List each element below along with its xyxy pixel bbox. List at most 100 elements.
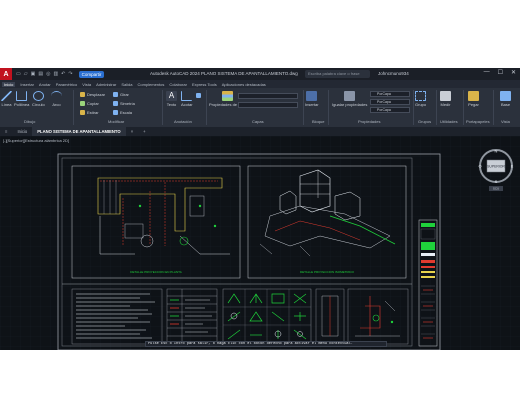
- share-button[interactable]: Compartir: [78, 70, 105, 78]
- scale-label: Escala: [120, 110, 133, 115]
- insert-block-button[interactable]: Insertar: [305, 91, 319, 107]
- color-dropdown[interactable]: PorCapa: [370, 91, 410, 97]
- viewcube-face-label: SUPERIOR: [487, 165, 505, 169]
- base-view-button[interactable]: Base: [500, 91, 511, 107]
- match-properties-button[interactable]: Igualar propiedades: [332, 91, 367, 107]
- print-icon[interactable]: ▥: [53, 71, 58, 77]
- layers-panel-label[interactable]: Capas: [252, 119, 264, 124]
- drawing-canvas[interactable]: DETALLE PROYECCION EN PLANTA DETALLE PRO…: [0, 136, 520, 350]
- menu-icon[interactable]: ≡: [0, 127, 12, 136]
- rotate-button[interactable]: Girar: [113, 92, 129, 97]
- circle-icon: [32, 91, 44, 101]
- mirror-icon: [113, 101, 118, 106]
- lineweight-dropdown[interactable]: PorCapa: [370, 107, 410, 113]
- save-as-icon[interactable]: ▤: [38, 71, 43, 77]
- undo-icon[interactable]: ↶: [61, 71, 65, 77]
- block-panel-label[interactable]: Bloque: [312, 119, 324, 124]
- group-icon: [415, 91, 427, 101]
- wcs-label: SCU: [493, 187, 499, 191]
- ribbon-tab-anotar[interactable]: Anotar: [39, 82, 51, 87]
- ribbon-tab-administrar[interactable]: Administrar: [96, 82, 116, 87]
- panel-separator: [463, 90, 464, 125]
- viewcube[interactable]: SUPERIOR N S E O SCU: [478, 148, 514, 192]
- ribbon-tab-parametrico[interactable]: Paramétrico: [56, 82, 78, 87]
- layer-dropdown[interactable]: [238, 93, 298, 99]
- paste-button[interactable]: Pegar: [468, 91, 479, 107]
- ribbon-tab-salida[interactable]: Salida: [121, 82, 132, 87]
- autocad-window: A ▭ ▱ ▣ ▤ ◎ ▥ ↶ ↷ Compartir Autodesk Aut…: [0, 68, 520, 350]
- layer-tools-row[interactable]: [238, 102, 298, 108]
- match-properties-label: Igualar propiedades: [332, 102, 368, 107]
- view-panel-label[interactable]: Vista: [501, 119, 510, 124]
- ribbon: Línea Polilínea Círculo Arco Dibujo Desp…: [0, 88, 520, 127]
- ribbon-tab-express-tools[interactable]: Express Tools: [192, 82, 217, 87]
- scale-button[interactable]: Escala: [113, 110, 132, 115]
- annotation-panel-label[interactable]: Anotación: [174, 119, 192, 124]
- polyline-tool-button[interactable]: Polilínea: [14, 91, 29, 107]
- minimize-button[interactable]: —: [484, 69, 490, 76]
- paste-label: Pegar: [468, 102, 479, 107]
- clipboard-panel-label[interactable]: Portapapeles: [466, 119, 490, 124]
- group-label: Grupo: [415, 102, 427, 107]
- compass-east[interactable]: E: [511, 164, 514, 169]
- user-account[interactable]: Johncmuno934: [378, 71, 409, 76]
- linetype-dropdown[interactable]: PorCapa: [370, 99, 410, 105]
- command-line[interactable]: Pulse Esc o Intro para salir, o haga cli…: [145, 341, 387, 347]
- autocad-logo-icon[interactable]: A: [0, 68, 12, 80]
- tab-drawing-file[interactable]: PLANO SISTEMA DE APANTALLAMIENTO: [32, 127, 126, 136]
- groups-panel-label[interactable]: Grupos: [418, 119, 431, 124]
- title-bar: A ▭ ▱ ▣ ▤ ◎ ▥ ↶ ↷ Compartir Autodesk Aut…: [0, 68, 520, 80]
- copy-button[interactable]: Copiar: [80, 101, 99, 106]
- tab-home[interactable]: Inicio: [12, 127, 32, 136]
- dimension-button[interactable]: Acotar: [181, 91, 193, 107]
- ribbon-tab-aplicaciones[interactable]: Aplicaciones destacadas: [222, 82, 266, 87]
- ribbon-tab-inicio[interactable]: Inicio: [2, 81, 16, 87]
- move-button[interactable]: Desplazar: [80, 92, 105, 97]
- maximize-button[interactable]: ☐: [498, 69, 503, 76]
- arc-icon: [51, 91, 62, 101]
- stretch-icon: [80, 110, 85, 115]
- circle-tool-label: Círculo: [32, 102, 45, 107]
- search-input[interactable]: Escriba palabra clave o frase: [305, 70, 370, 78]
- viewport-controls-label[interactable]: [-][Superior][Estructura alámbrica 2D]: [3, 138, 69, 143]
- stretch-button[interactable]: Estirar: [80, 110, 99, 115]
- window-controls: — ☐ ✕: [484, 69, 516, 76]
- measure-icon: [440, 91, 451, 101]
- redo-icon[interactable]: ↷: [68, 71, 72, 77]
- modify-panel-label[interactable]: Modificar: [108, 119, 124, 124]
- compass-south[interactable]: S: [495, 179, 498, 184]
- close-button[interactable]: ✕: [511, 69, 516, 76]
- ribbon-tab-bar: Inicio Insertar Anotar Paramétrico Vista…: [0, 80, 520, 88]
- ribbon-tab-insertar[interactable]: Insertar: [20, 82, 34, 87]
- rotate-label: Girar: [120, 92, 129, 97]
- table-button[interactable]: [196, 93, 201, 98]
- utilities-panel-label[interactable]: Utilidades: [440, 119, 458, 124]
- close-tab-icon[interactable]: ×: [126, 127, 138, 136]
- measure-button[interactable]: Medir: [440, 91, 451, 107]
- panel-separator: [73, 90, 74, 125]
- circle-tool-button[interactable]: Círculo: [32, 91, 45, 107]
- copy-label: Copiar: [87, 101, 99, 106]
- measure-label: Medir: [440, 102, 451, 107]
- web-icon[interactable]: ◎: [46, 71, 50, 77]
- compass-north[interactable]: N: [495, 149, 498, 154]
- arc-tool-button[interactable]: Arco: [51, 91, 62, 107]
- group-button[interactable]: Grupo: [415, 91, 426, 107]
- save-icon[interactable]: ▣: [31, 71, 36, 77]
- base-view-icon: [500, 91, 511, 101]
- compass-west[interactable]: O: [478, 164, 481, 169]
- properties-panel-label[interactable]: Propiedades: [358, 119, 380, 124]
- ribbon-tab-colaborar[interactable]: Colaborar: [169, 82, 187, 87]
- ribbon-tab-vista[interactable]: Vista: [82, 82, 91, 87]
- draw-panel-label[interactable]: Dibujo: [24, 119, 35, 124]
- text-button[interactable]: A Texto: [166, 91, 177, 107]
- new-file-icon[interactable]: ▭: [16, 71, 21, 77]
- panel-separator: [162, 90, 163, 125]
- mirror-button[interactable]: Simetría: [113, 101, 135, 106]
- open-folder-icon[interactable]: ▱: [24, 71, 28, 77]
- panel-separator: [328, 90, 329, 125]
- stretch-label: Estirar: [87, 110, 99, 115]
- line-tool-button[interactable]: Línea: [1, 91, 12, 107]
- new-tab-icon[interactable]: +: [138, 127, 150, 136]
- ribbon-tab-complementos[interactable]: Complementos: [137, 82, 164, 87]
